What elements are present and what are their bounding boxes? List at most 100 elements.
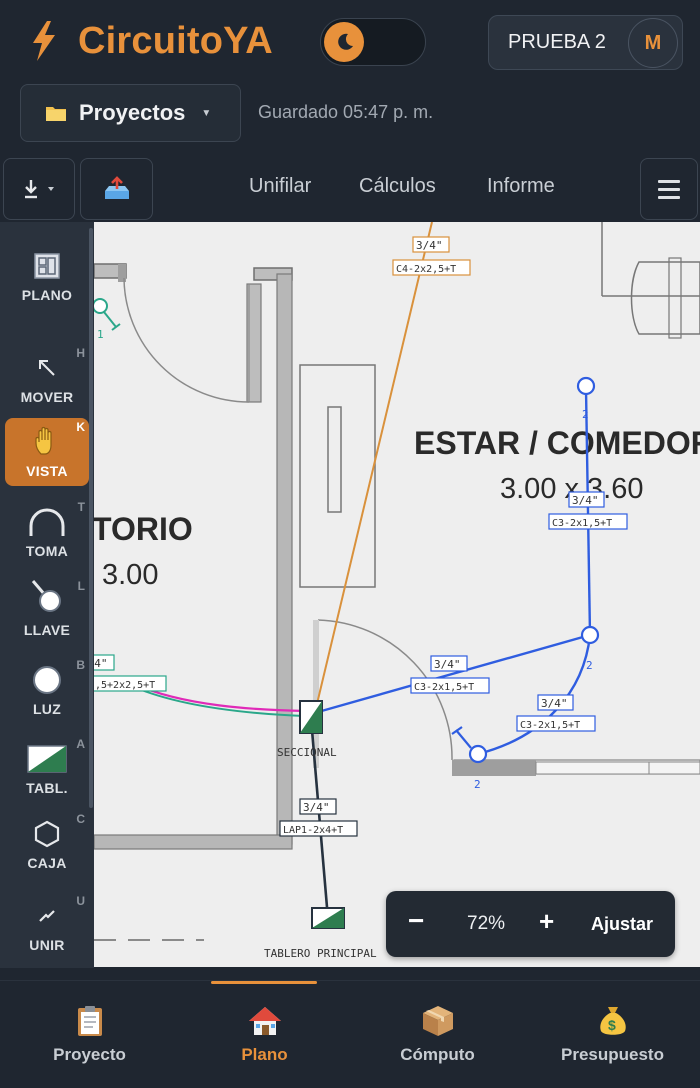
connect-icon (5, 896, 89, 936)
tablero-principal-label: TABLERO PRINCIPAL (264, 947, 377, 960)
tab-unifilar[interactable]: Unifilar (249, 175, 311, 198)
brand-name: CircuitoYA (78, 19, 273, 62)
upload-tray-icon (104, 176, 129, 199)
circuit-tag[interactable]: 3/4" C3-2x1,5+T (516, 694, 596, 732)
panel-scrollbar[interactable] (89, 228, 93, 808)
active-tab-indicator (211, 981, 317, 984)
svg-text:3/4": 3/4" (303, 801, 330, 814)
download-icon (25, 180, 54, 199)
zoom-control: − 72% + Ajustar (386, 891, 675, 957)
svg-text:3/4": 3/4" (416, 239, 443, 252)
tool-panel: PLANO H MOVER K VISTA T TOMA L LLAVE B L… (0, 222, 94, 968)
arrow-pointer-icon (5, 348, 89, 388)
folder-icon (45, 104, 67, 122)
walls (94, 222, 700, 941)
nav-label: Cómputo (400, 1045, 475, 1064)
tablero-principal-panel[interactable] (311, 907, 345, 929)
nav-proyecto[interactable]: Proyecto (2, 1003, 177, 1073)
nav-plano[interactable]: Plano (177, 1003, 352, 1073)
tool-unir[interactable]: U UNIR (5, 892, 89, 960)
circuit-tag[interactable]: 3/4" ,5+2x2,5+T (94, 654, 167, 692)
switch-icon (5, 577, 89, 617)
hand-icon (5, 422, 89, 462)
projects-dropdown[interactable]: Proyectos ▼ (20, 84, 241, 142)
tool-tablero[interactable]: A TABL. (5, 735, 89, 803)
lightning-bolt-icon (24, 18, 64, 64)
clipboard-icon (72, 1003, 108, 1039)
svg-text:3/4": 3/4" (572, 494, 599, 507)
room-name: TORIO (94, 511, 193, 547)
user-menu-button[interactable]: PRUEBA 2 M (488, 15, 683, 70)
plan-canvas[interactable]: ESTAR / COMEDOR 3.00 x 3.60 TORIO 3.00 1… (94, 222, 700, 967)
tool-caja[interactable]: C CAJA (5, 810, 89, 878)
svg-text:,5+2x2,5+T: ,5+2x2,5+T (95, 680, 155, 691)
tool-llave[interactable]: L LLAVE (5, 577, 89, 645)
circuit-wires (133, 222, 592, 920)
tool-label: TABL. (26, 780, 68, 796)
money-bag-icon: $ (595, 1003, 631, 1039)
tool-plano[interactable]: PLANO (5, 242, 89, 310)
save-status: Guardado 05:47 p. m. (258, 102, 434, 122)
tool-luz[interactable]: B LUZ (5, 656, 89, 724)
light-icon (5, 660, 89, 700)
zoom-in-button[interactable]: + (539, 906, 554, 937)
svg-text:3/4": 3/4" (94, 657, 108, 670)
nav-computo[interactable]: Cómputo (350, 1003, 525, 1073)
app-header: CircuitoYA PRUEBA 2 M Proyectos ▼ Guarda… (0, 0, 700, 155)
tab-calculos[interactable]: Cálculos (359, 175, 436, 198)
tool-label: LUZ (32, 701, 62, 717)
tool-vista[interactable]: K VISTA (5, 418, 89, 486)
tool-label: MOVER (20, 389, 74, 405)
hexagon-box-icon (5, 814, 89, 854)
seccional-panel[interactable] (299, 700, 323, 734)
circuit-tag[interactable]: 3/4" C4-2x2,5+T (392, 236, 471, 276)
toolbar: Unifilar Cálculos Informe (0, 155, 700, 222)
tool-label: CAJA (27, 855, 67, 871)
blueprint-icon (5, 246, 89, 286)
tool-label: TOMA (25, 543, 69, 559)
upload-button[interactable] (80, 158, 153, 220)
zoom-level: 72% (467, 913, 506, 934)
avatar: M (628, 18, 678, 68)
brand: CircuitoYA (24, 18, 273, 64)
seccional-label: SECCIONAL (277, 746, 337, 759)
svg-text:3/4": 3/4" (541, 697, 568, 710)
fit-button[interactable]: Ajustar (591, 914, 653, 935)
bottom-nav: Proyecto Plano Cómputo $ Presupuesto (0, 980, 700, 1088)
moon-icon (324, 22, 364, 62)
tool-label: UNIR (29, 937, 65, 953)
tab-informe[interactable]: Informe (487, 175, 555, 198)
nav-label: Plano (241, 1045, 288, 1064)
svg-text:C4-2x2,5+T: C4-2x2,5+T (396, 264, 456, 275)
panel-icon (5, 739, 89, 779)
nav-presupuesto[interactable]: $ Presupuesto (525, 1003, 700, 1073)
svg-text:LAP1-2x4+T: LAP1-2x4+T (283, 825, 343, 836)
zoom-out-button[interactable]: − (408, 905, 424, 937)
room-name: ESTAR / COMEDOR (414, 425, 700, 461)
tool-label: PLANO (21, 287, 73, 303)
theme-toggle[interactable] (320, 18, 426, 66)
projects-label: Proyectos (79, 100, 186, 125)
tool-mover[interactable]: H MOVER (5, 344, 89, 412)
tool-toma[interactable]: T TOMA (5, 498, 89, 566)
house-icon (247, 1003, 283, 1039)
svg-text:C3-2x1,5+T: C3-2x1,5+T (414, 682, 474, 693)
point-number: 2 (582, 408, 589, 421)
tool-label: LLAVE (23, 622, 71, 638)
nav-label: Proyecto (53, 1045, 126, 1064)
package-icon (420, 1003, 456, 1039)
chevron-down-icon: ▼ (201, 107, 212, 119)
menu-icon[interactable] (640, 158, 698, 220)
download-button[interactable] (3, 158, 75, 220)
svg-text:3/4": 3/4" (434, 658, 461, 671)
room-size: 3.00 (102, 559, 158, 591)
svg-text:$: $ (608, 1017, 616, 1033)
point-number: 1 (97, 328, 104, 341)
svg-text:C3-2x1,5+T: C3-2x1,5+T (520, 720, 580, 731)
point-number: 2 (474, 778, 481, 791)
point-number: 2 (586, 659, 593, 672)
user-name: PRUEBA 2 (508, 31, 606, 53)
svg-text:C3-2x1,5+T: C3-2x1,5+T (552, 518, 612, 529)
nav-label: Presupuesto (561, 1045, 664, 1064)
outlet-icon (5, 502, 89, 542)
